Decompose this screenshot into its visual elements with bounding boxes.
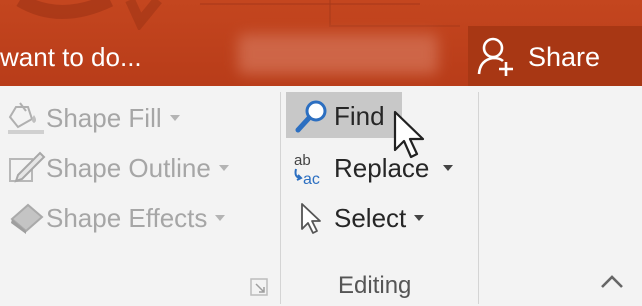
dropdown-caret-icon [169,115,180,121]
mouse-cursor-icon [393,110,425,159]
magnifier-icon [294,99,334,133]
dropdown-caret-icon [215,215,226,221]
dropdown-caret-icon [443,165,454,171]
share-label: Share [528,42,601,72]
replace-ab-ac-icon: ab ac [290,151,334,188]
select-label: Select [334,202,407,233]
shape-effects-label: Shape Effects [46,202,208,233]
paint-bucket-icon [6,101,46,135]
eraser-effects-icon [6,201,46,235]
shape-fill-button[interactable]: Shape Fill [6,98,180,138]
find-label: Find [334,100,385,131]
shape-outline-label: Shape Outline [46,152,211,183]
select-button[interactable]: Select [294,198,425,238]
group-separator [280,92,281,304]
chevron-up-icon[interactable] [598,272,626,292]
replace-button[interactable]: ab ac Replace [290,148,454,188]
dropdown-caret-icon [414,215,425,221]
replace-glyph-bottom: ac [303,171,320,187]
group-separator [478,92,479,304]
person-add-icon [477,37,513,76]
editing-group-label: Editing [338,272,412,299]
select-pointer-icon [294,201,334,235]
pencil-icon [6,151,46,185]
replace-glyph-top: ab [294,152,311,169]
tell-me-search[interactable]: want to do... [0,38,142,76]
shape-outline-button[interactable]: Shape Outline [6,148,229,188]
find-button[interactable]: Find [294,96,385,136]
dropdown-caret-icon [218,165,229,171]
shape-effects-button[interactable]: Shape Effects [6,198,226,238]
dialog-launcher-icon[interactable] [250,278,268,296]
blurred-username [238,34,438,74]
shape-fill-label: Shape Fill [46,102,162,133]
